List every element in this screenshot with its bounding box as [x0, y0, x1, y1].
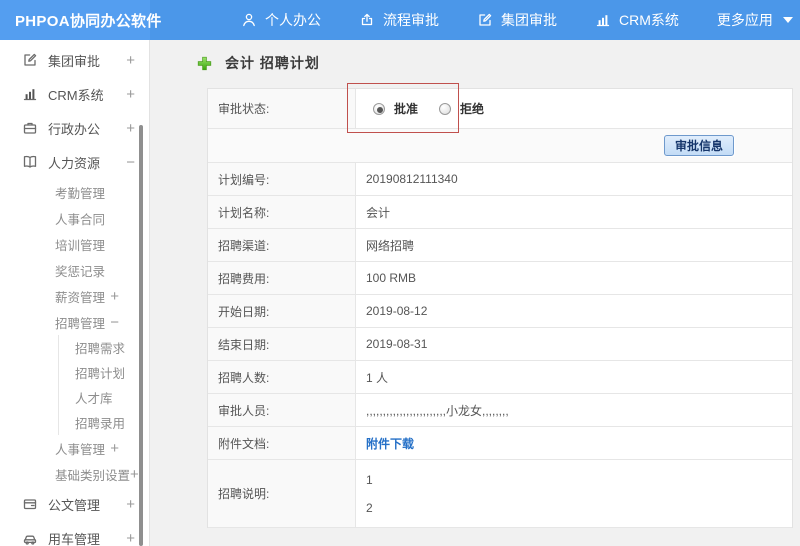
- expand-icon[interactable]: +: [126, 120, 135, 137]
- nav-flow-approval[interactable]: 流程审批: [340, 0, 458, 40]
- field-label: 招聘人数:: [208, 361, 356, 393]
- row-attachment: 附件文档: 附件下载: [208, 427, 792, 460]
- row-approve-button: 审批信息: [208, 129, 792, 163]
- sidebar-item-recruit-hire[interactable]: 招聘录用: [59, 410, 149, 435]
- field-value: 2019-08-12: [366, 304, 428, 318]
- field-label: 审批状态:: [208, 89, 356, 128]
- sidebar-item-salary[interactable]: 薪资管理 +: [0, 283, 149, 309]
- expand-icon[interactable]: +: [110, 288, 119, 305]
- row-recruit-count: 招聘人数: 1 人: [208, 361, 792, 394]
- field-label: 结束日期:: [208, 328, 356, 360]
- sidebar-item-rewards[interactable]: 奖惩记录: [0, 257, 149, 283]
- sidebar-item-training[interactable]: 培训管理: [0, 231, 149, 257]
- row-approval-status: 审批状态: 批准 拒绝: [208, 89, 792, 129]
- field-label: 招聘说明:: [208, 460, 356, 527]
- radio-reject-label[interactable]: 拒绝: [460, 100, 484, 117]
- nav-label: 集团审批: [501, 12, 557, 28]
- field-label: 附件文档:: [208, 427, 356, 459]
- row-end-date: 结束日期: 2019-08-31: [208, 328, 792, 361]
- nav-group-approval[interactable]: 集团审批: [458, 0, 576, 40]
- radio-approve-label[interactable]: 批准: [394, 100, 418, 117]
- collapse-icon[interactable]: −: [126, 154, 135, 171]
- sidebar-item-crm[interactable]: CRM系统 +: [0, 77, 149, 111]
- field-value: 1 2: [366, 472, 373, 515]
- car-icon: [23, 535, 37, 545]
- sidebar-item-documents[interactable]: 公文管理 +: [0, 487, 149, 521]
- briefcase-icon: [23, 122, 37, 134]
- expand-icon[interactable]: +: [126, 530, 135, 546]
- user-icon: [243, 13, 255, 27]
- field-value: ,,,,,,,,,,,,,,,,,,,,,,,,小龙女,,,,,,,,: [366, 403, 509, 418]
- row-plan-number: 计划编号: 20190812111340: [208, 163, 792, 196]
- row-recruit-channel: 招聘渠道: 网络招聘: [208, 229, 792, 262]
- approve-info-button[interactable]: 审批信息: [663, 135, 734, 156]
- sidebar: 集团审批 + CRM系统 + 行政办公 + 人力资源 − 考勤管理 人事合同 培…: [0, 40, 150, 546]
- caret-down-icon: [782, 17, 793, 23]
- field-value: 20190812111340: [366, 172, 458, 186]
- field-value: 会计: [366, 205, 391, 220]
- app-window: PHPOA协同办公软件 个人办公 流程审批 集团审批 CRM系统 更多应用 集团…: [0, 0, 800, 546]
- sidebar-item-personnel[interactable]: 人事管理 +: [0, 435, 149, 461]
- row-start-date: 开始日期: 2019-08-12: [208, 295, 792, 328]
- sidebar-item-vehicle[interactable]: 用车管理 +: [0, 521, 149, 546]
- top-nav: 个人办公 流程审批 集团审批 CRM系统 更多应用: [222, 0, 800, 40]
- radio-reject[interactable]: [439, 102, 452, 115]
- app-logo: PHPOA协同办公软件: [0, 0, 161, 40]
- sidebar-item-talent-pool[interactable]: 人才库: [59, 385, 149, 410]
- nav-label: 流程审批: [383, 12, 439, 28]
- topbar: PHPOA协同办公软件 个人办公 流程审批 集团审批 CRM系统 更多应用: [0, 0, 800, 40]
- sidebar-item-hr[interactable]: 人力资源 −: [0, 145, 149, 179]
- open-book-icon: [23, 155, 37, 168]
- field-label: 招聘渠道:: [208, 229, 356, 261]
- attachment-download-link[interactable]: 附件下载: [366, 435, 414, 452]
- recruit-plan-detail-table: 审批状态: 批准 拒绝 审批信息 计划编号: 20190812111340 计划…: [207, 88, 793, 528]
- edit-square-icon: [24, 53, 37, 66]
- sidebar-item-group-approval[interactable]: 集团审批 +: [0, 43, 149, 77]
- field-label: 开始日期:: [208, 295, 356, 327]
- row-recruit-description: 招聘说明: 1 2: [208, 460, 792, 528]
- recruitment-submenu: 招聘需求 招聘计划 人才库 招聘录用: [58, 335, 149, 435]
- radio-approve[interactable]: [373, 102, 385, 115]
- sidebar-item-base-category[interactable]: 基础类别设置 +: [0, 461, 149, 487]
- approval-status-radio-group: 批准 拒绝: [366, 100, 496, 117]
- nav-label: 个人办公: [265, 12, 321, 28]
- field-label: 招聘费用:: [208, 262, 356, 294]
- nav-personal-office[interactable]: 个人办公: [222, 0, 340, 40]
- sidebar-item-recruit-demand[interactable]: 招聘需求: [59, 335, 149, 360]
- sidebar-scrollbar[interactable]: [139, 125, 143, 546]
- flow-share-icon: [361, 13, 373, 26]
- field-value: 100 RMB: [366, 271, 417, 285]
- field-value: 1 人: [366, 370, 389, 385]
- row-approvers: 审批人员: ,,,,,,,,,,,,,,,,,,,,,,,,小龙女,,,,,,,…: [208, 394, 792, 427]
- bar-chart-icon: [596, 15, 610, 27]
- document-icon: [23, 499, 37, 510]
- sidebar-item-hr-contract[interactable]: 人事合同: [0, 205, 149, 231]
- field-value: 2019-08-31: [366, 337, 428, 351]
- bar-chart-icon: [23, 89, 37, 101]
- field-label: 计划名称:: [208, 196, 356, 228]
- green-plus-icon: [197, 56, 212, 70]
- row-plan-name: 计划名称: 会计: [208, 196, 792, 229]
- expand-icon[interactable]: +: [110, 440, 119, 457]
- row-recruit-cost: 招聘费用: 100 RMB: [208, 262, 792, 295]
- sidebar-item-recruitment[interactable]: 招聘管理 −: [0, 309, 149, 335]
- edit-square-icon: [479, 13, 492, 26]
- nav-label: CRM系统: [619, 12, 679, 28]
- page-title-text: 会计 招聘计划: [225, 55, 320, 71]
- field-value: 网络招聘: [366, 238, 415, 253]
- field-label: 计划编号:: [208, 163, 356, 195]
- sidebar-item-recruit-plan[interactable]: 招聘计划: [59, 360, 149, 385]
- field-label: 审批人员:: [208, 394, 356, 426]
- expand-icon[interactable]: +: [130, 466, 139, 483]
- sidebar-item-admin-office[interactable]: 行政办公 +: [0, 111, 149, 145]
- nav-label: 更多应用: [716, 12, 773, 28]
- nav-more-apps[interactable]: 更多应用: [698, 0, 800, 40]
- expand-icon[interactable]: +: [126, 496, 135, 513]
- expand-icon[interactable]: +: [126, 86, 135, 103]
- page-title: 会计 招聘计划: [197, 53, 320, 73]
- collapse-icon[interactable]: −: [110, 314, 119, 331]
- sidebar-item-attendance[interactable]: 考勤管理: [0, 179, 149, 205]
- nav-crm-system[interactable]: CRM系统: [576, 0, 698, 40]
- expand-icon[interactable]: +: [126, 52, 135, 69]
